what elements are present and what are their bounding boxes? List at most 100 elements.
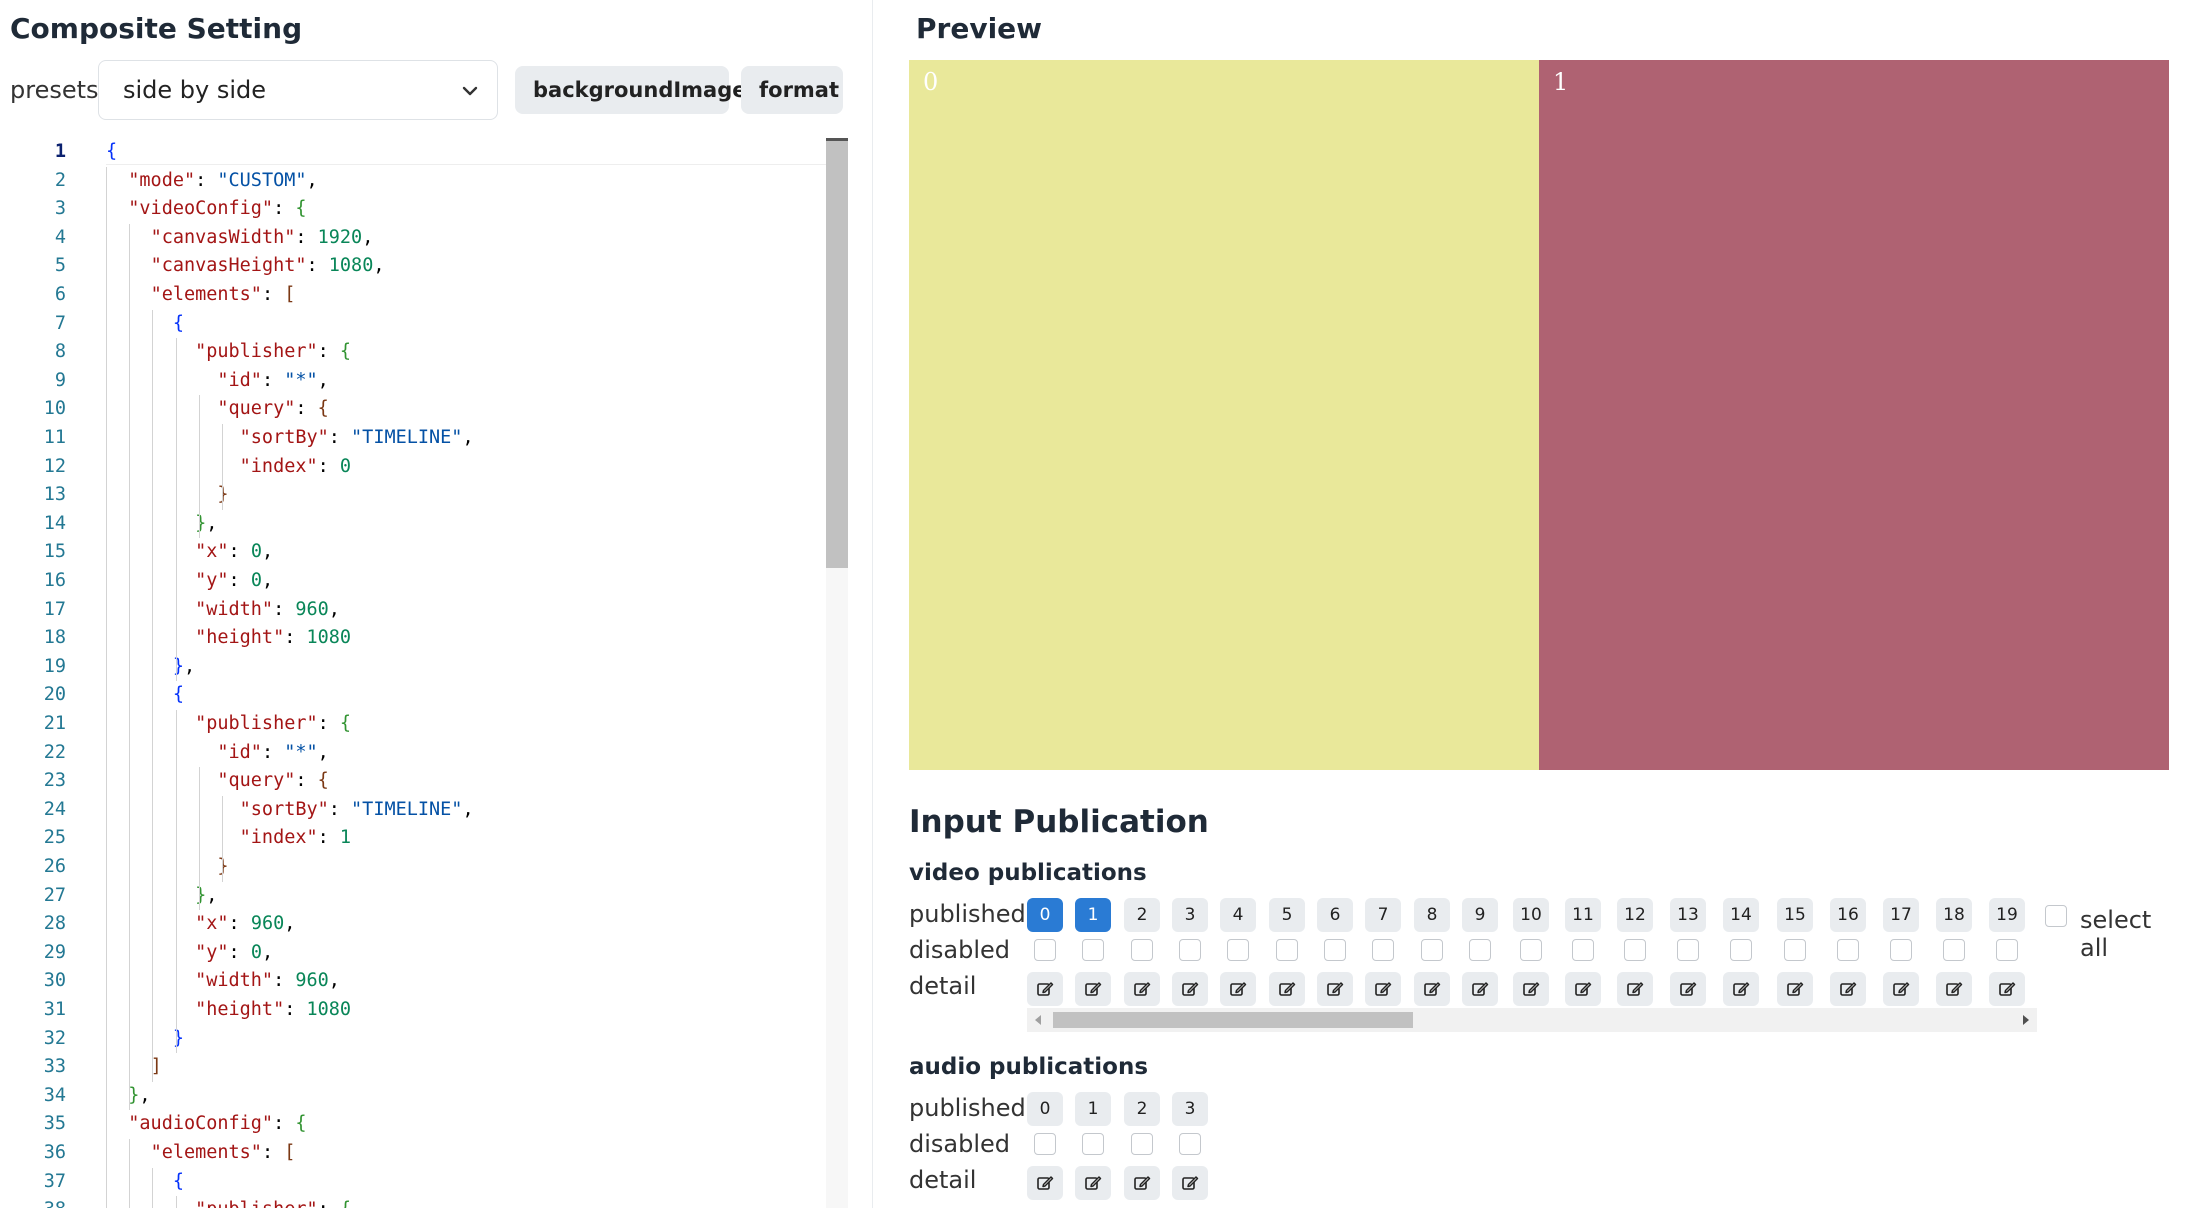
- edit-icon[interactable]: [1723, 972, 1759, 1006]
- video-disabled-checkbox[interactable]: [1996, 939, 2018, 961]
- edit-icon[interactable]: [1936, 972, 1972, 1006]
- video-published-chip[interactable]: 0: [1027, 898, 1063, 932]
- code-line[interactable]: "canvasWidth": 1920,: [106, 224, 374, 252]
- code-line[interactable]: "elements": [: [106, 1139, 296, 1167]
- edit-icon[interactable]: [1124, 1166, 1160, 1200]
- audio-published-chip[interactable]: 1: [1075, 1092, 1111, 1126]
- video-disabled-checkbox[interactable]: [1572, 939, 1594, 961]
- video-disabled-checkbox[interactable]: [1179, 939, 1201, 961]
- edit-icon[interactable]: [1830, 972, 1866, 1006]
- code-line[interactable]: "videoConfig": {: [106, 195, 306, 223]
- edit-icon[interactable]: [1172, 972, 1208, 1006]
- format-button[interactable]: format: [741, 66, 843, 114]
- edit-icon[interactable]: [1670, 972, 1706, 1006]
- code-line[interactable]: "x": 960,: [106, 910, 295, 938]
- audio-disabled-checkbox[interactable]: [1131, 1133, 1153, 1155]
- video-disabled-checkbox[interactable]: [1276, 939, 1298, 961]
- editor-scrollbar-thumb[interactable]: [826, 138, 848, 568]
- code-line[interactable]: "index": 1: [106, 824, 351, 852]
- edit-icon[interactable]: [1617, 972, 1653, 1006]
- code-line[interactable]: },: [106, 510, 217, 538]
- video-published-chip[interactable]: 11: [1565, 898, 1601, 932]
- video-disabled-checkbox[interactable]: [1730, 939, 1752, 961]
- edit-icon[interactable]: [1513, 972, 1549, 1006]
- scroll-left-arrow-icon[interactable]: [1035, 1015, 1041, 1025]
- video-published-chip[interactable]: 12: [1617, 898, 1653, 932]
- code-line[interactable]: "elements": [: [106, 281, 296, 309]
- video-published-chip[interactable]: 17: [1883, 898, 1919, 932]
- video-published-chip[interactable]: 16: [1830, 898, 1866, 932]
- edit-icon[interactable]: [1027, 1166, 1063, 1200]
- edit-icon[interactable]: [1220, 972, 1256, 1006]
- code-line[interactable]: "mode": "CUSTOM",: [106, 167, 317, 195]
- video-disabled-checkbox[interactable]: [1421, 939, 1443, 961]
- edit-icon[interactable]: [1883, 972, 1919, 1006]
- code-line[interactable]: {: [106, 310, 184, 338]
- code-line[interactable]: },: [106, 882, 217, 910]
- video-disabled-checkbox[interactable]: [1034, 939, 1056, 961]
- json-editor[interactable]: 1 2 3 4 5 6 7 8 9 10 11 12 13 14 15 16 17 18 19 20 21 22 23 24 2…: [0, 138, 848, 1208]
- code-line[interactable]: },: [106, 653, 195, 681]
- video-published-chip[interactable]: 7: [1365, 898, 1401, 932]
- code-line[interactable]: "height": 1080: [106, 624, 351, 652]
- code-line[interactable]: "sortBy": "TIMELINE",: [106, 796, 474, 824]
- code-line[interactable]: "y": 0,: [106, 567, 273, 595]
- edit-icon[interactable]: [1124, 972, 1160, 1006]
- video-disabled-checkbox[interactable]: [1324, 939, 1346, 961]
- video-published-chip[interactable]: 18: [1936, 898, 1972, 932]
- video-published-chip[interactable]: 5: [1269, 898, 1305, 932]
- code-line[interactable]: "query": {: [106, 767, 328, 795]
- edit-icon[interactable]: [1075, 1166, 1111, 1200]
- horizontal-scrollbar-thumb[interactable]: [1053, 1012, 1413, 1028]
- edit-icon[interactable]: [1777, 972, 1813, 1006]
- code-line[interactable]: {: [106, 1168, 184, 1196]
- edit-icon[interactable]: [1027, 972, 1063, 1006]
- code-line[interactable]: {: [106, 681, 184, 709]
- video-disabled-checkbox[interactable]: [1520, 939, 1542, 961]
- video-disabled-checkbox[interactable]: [1943, 939, 1965, 961]
- code-line[interactable]: "y": 0,: [106, 939, 273, 967]
- edit-icon[interactable]: [1462, 972, 1498, 1006]
- edit-icon[interactable]: [1414, 972, 1450, 1006]
- select-all-checkbox[interactable]: [2045, 905, 2067, 927]
- code-line[interactable]: "audioConfig": {: [106, 1110, 306, 1138]
- video-published-chip[interactable]: 8: [1414, 898, 1450, 932]
- presets-select[interactable]: side by side: [98, 60, 498, 120]
- code-line[interactable]: "x": 0,: [106, 538, 273, 566]
- video-disabled-checkbox[interactable]: [1131, 939, 1153, 961]
- audio-published-chip[interactable]: 3: [1172, 1092, 1208, 1126]
- video-published-chip[interactable]: 4: [1220, 898, 1256, 932]
- video-publications-scrollbar[interactable]: [1027, 1008, 2037, 1032]
- edit-icon[interactable]: [1269, 972, 1305, 1006]
- video-published-chip[interactable]: 1: [1075, 898, 1111, 932]
- code-line[interactable]: "id": "*",: [106, 739, 328, 767]
- audio-disabled-checkbox[interactable]: [1034, 1133, 1056, 1155]
- video-disabled-checkbox[interactable]: [1677, 939, 1699, 961]
- video-disabled-checkbox[interactable]: [1082, 939, 1104, 961]
- background-image-button[interactable]: backgroundImage: [515, 66, 747, 114]
- code-line[interactable]: }: [106, 853, 228, 881]
- video-disabled-checkbox[interactable]: [1624, 939, 1646, 961]
- video-published-chip[interactable]: 15: [1777, 898, 1813, 932]
- edit-icon[interactable]: [1565, 972, 1601, 1006]
- code-line[interactable]: "publisher": {: [106, 710, 351, 738]
- video-disabled-checkbox[interactable]: [1890, 939, 1912, 961]
- code-line[interactable]: "canvasHeight": 1080,: [106, 252, 385, 280]
- audio-disabled-checkbox[interactable]: [1082, 1133, 1104, 1155]
- edit-icon[interactable]: [1989, 972, 2025, 1006]
- video-disabled-checkbox[interactable]: [1837, 939, 1859, 961]
- code-line[interactable]: "query": {: [106, 395, 328, 423]
- code-line[interactable]: "width": 960,: [106, 967, 340, 995]
- code-line[interactable]: "index": 0: [106, 453, 351, 481]
- video-published-chip[interactable]: 19: [1989, 898, 2025, 932]
- video-published-chip[interactable]: 10: [1513, 898, 1549, 932]
- audio-disabled-checkbox[interactable]: [1179, 1133, 1201, 1155]
- edit-icon[interactable]: [1075, 972, 1111, 1006]
- code-line[interactable]: "sortBy": "TIMELINE",: [106, 424, 474, 452]
- edit-icon[interactable]: [1172, 1166, 1208, 1200]
- scroll-right-arrow-icon[interactable]: [2023, 1015, 2029, 1025]
- edit-icon[interactable]: [1317, 972, 1353, 1006]
- video-published-chip[interactable]: 14: [1723, 898, 1759, 932]
- edit-icon[interactable]: [1365, 972, 1401, 1006]
- code-line[interactable]: }: [106, 1025, 184, 1053]
